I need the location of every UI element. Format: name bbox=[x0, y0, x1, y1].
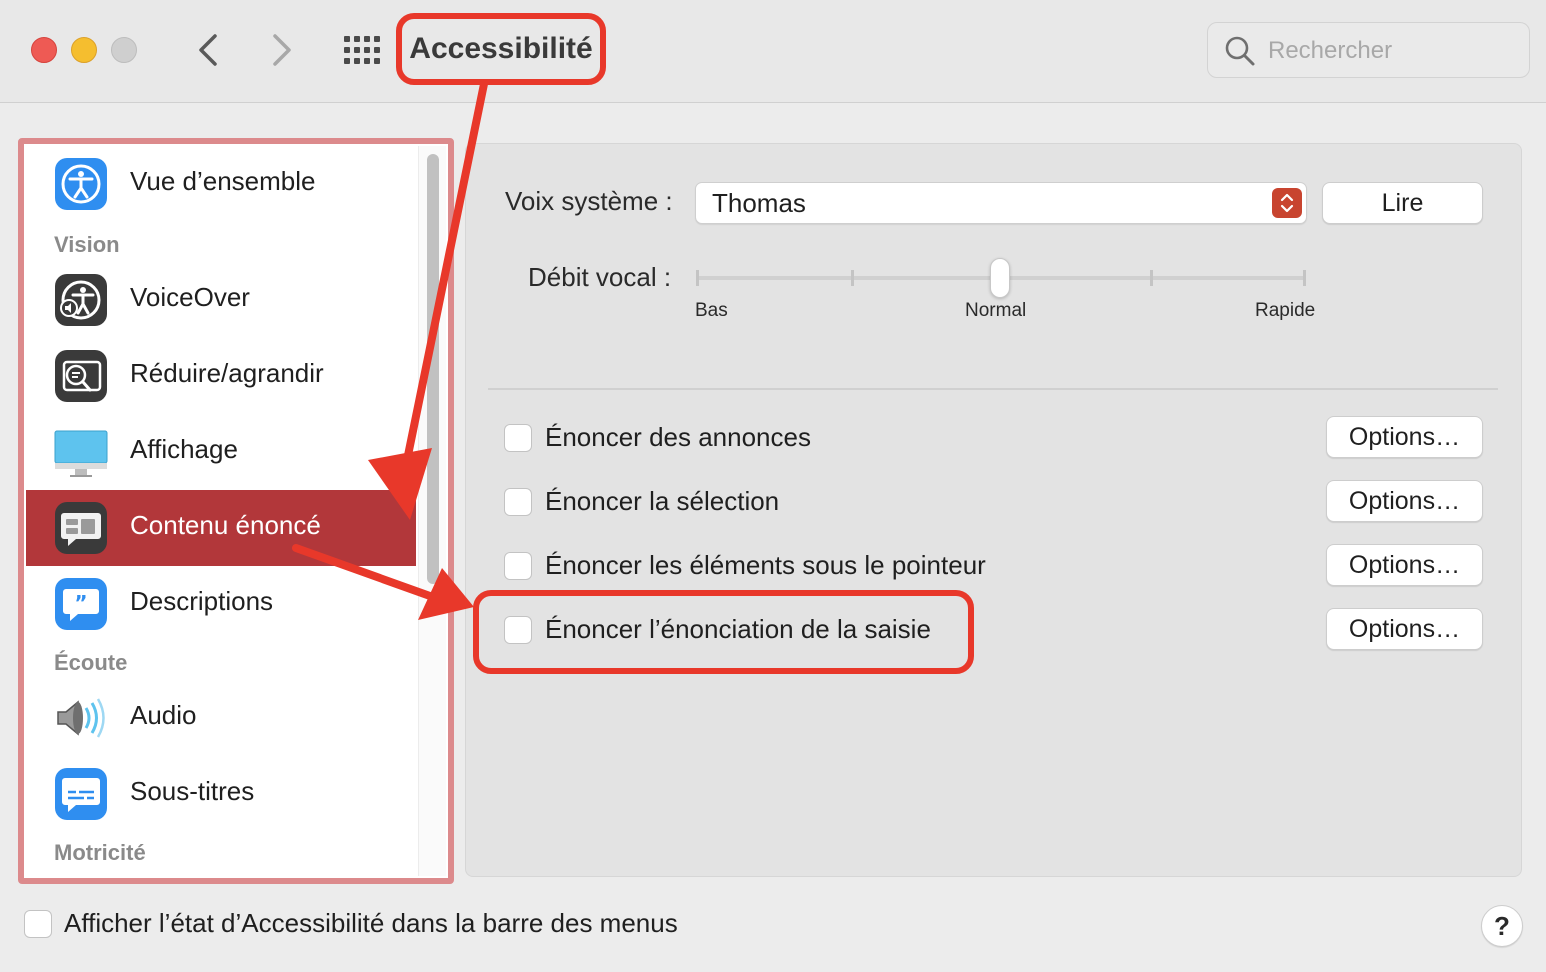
close-window-button[interactable] bbox=[31, 37, 57, 63]
pointer-items-checkbox[interactable] bbox=[504, 552, 532, 580]
search-field[interactable] bbox=[1207, 22, 1530, 78]
search-input[interactable] bbox=[1268, 31, 1518, 71]
back-button[interactable] bbox=[188, 30, 228, 70]
section-ecoute: Écoute bbox=[54, 650, 128, 675]
sidebar-list: Vue d’ensemble Vision VoiceOver Réduire/… bbox=[26, 146, 416, 876]
option-label: Énoncer les éléments sous le pointeur bbox=[545, 550, 986, 580]
speaker-icon bbox=[57, 698, 105, 738]
option-row-announcements: Énoncer des annonces Options… bbox=[504, 416, 1484, 460]
chevron-right-icon bbox=[273, 34, 291, 66]
sidebar-item-spoken-content[interactable]: Contenu énoncé bbox=[26, 490, 416, 566]
sidebar-item-descriptions[interactable]: ” Descriptions bbox=[26, 566, 416, 642]
sidebar-item-zoom[interactable]: Réduire/agrandir bbox=[26, 338, 416, 414]
sidebar-item-overview[interactable]: Vue d’ensemble bbox=[26, 146, 416, 222]
announcements-checkbox[interactable] bbox=[504, 424, 532, 452]
scrollbar-thumb[interactable] bbox=[427, 154, 439, 584]
title-highlight: Accessibilité bbox=[396, 13, 606, 85]
zoom-icon bbox=[55, 350, 107, 402]
play-button[interactable]: Lire bbox=[1322, 182, 1483, 224]
toolbar: Accessibilité bbox=[0, 0, 1546, 103]
system-voice-select[interactable]: Thomas bbox=[695, 182, 1307, 224]
sidebar-item-label: Contenu énoncé bbox=[130, 510, 321, 540]
subtitles-icon bbox=[55, 768, 107, 820]
system-voice-value: Thomas bbox=[712, 188, 806, 218]
sidebar-item-voiceover[interactable]: VoiceOver bbox=[26, 262, 416, 338]
sidebar-item-label: Affichage bbox=[130, 434, 238, 464]
typing-option-highlight bbox=[473, 590, 974, 674]
option-label: Énoncer la sélection bbox=[545, 486, 780, 516]
sidebar-item-subtitles[interactable]: Sous-titres bbox=[26, 756, 416, 832]
accessibility-icon bbox=[55, 158, 107, 210]
grid-icon bbox=[344, 36, 380, 64]
slider-tick bbox=[1150, 270, 1153, 286]
slider-tick bbox=[696, 270, 699, 286]
option-row-pointer: Énoncer les éléments sous le pointeur Op… bbox=[504, 544, 1484, 588]
selection-options-button[interactable]: Options… bbox=[1326, 480, 1483, 522]
search-icon bbox=[1225, 36, 1255, 66]
slider-tick bbox=[1303, 270, 1306, 286]
voiceover-icon bbox=[55, 274, 107, 326]
sidebar-scrollbar[interactable] bbox=[418, 146, 446, 876]
svg-text:”: ” bbox=[74, 591, 87, 615]
menu-bar-status-checkbox[interactable] bbox=[24, 910, 52, 938]
sidebar-item-display[interactable]: Affichage bbox=[26, 414, 416, 490]
sidebar-item-label: Réduire/agrandir bbox=[130, 358, 324, 388]
zoom-window-button[interactable] bbox=[111, 37, 137, 63]
section-vision: Vision bbox=[54, 232, 120, 257]
spoken-content-panel: Voix système : Thomas Lire Débit vocal :… bbox=[465, 143, 1522, 877]
slider-tick bbox=[851, 270, 854, 286]
minimize-window-button[interactable] bbox=[71, 37, 97, 63]
spoken-content-icon bbox=[55, 502, 107, 554]
display-icon bbox=[54, 430, 108, 477]
system-voice-label: Voix système : bbox=[505, 186, 673, 216]
help-button[interactable]: ? bbox=[1481, 905, 1523, 947]
sidebar-item-label: Vue d’ensemble bbox=[130, 166, 316, 196]
section-motricite: Motricité bbox=[54, 840, 146, 865]
sidebar-item-audio[interactable]: Audio bbox=[26, 680, 416, 756]
show-all-button[interactable] bbox=[341, 33, 383, 67]
sidebar: Vue d’ensemble Vision VoiceOver Réduire/… bbox=[18, 138, 454, 884]
forward-button[interactable] bbox=[262, 30, 302, 70]
pointer-options-button[interactable]: Options… bbox=[1326, 544, 1483, 586]
rate-tick-label-fast: Rapide bbox=[1255, 300, 1316, 321]
window-title: Accessibilité bbox=[409, 32, 593, 65]
rate-tick-label-normal: Normal bbox=[965, 300, 1027, 321]
option-row-selection: Énoncer la sélection Options… bbox=[504, 480, 1484, 524]
selection-checkbox[interactable] bbox=[504, 488, 532, 516]
descriptions-icon: ” bbox=[55, 578, 107, 630]
rate-tick-label-low: Bas bbox=[695, 300, 728, 321]
sidebar-item-label: Audio bbox=[130, 700, 197, 730]
select-stepper-icon bbox=[1272, 188, 1302, 218]
sidebar-item-label: VoiceOver bbox=[130, 282, 250, 312]
speaking-rate-knob[interactable] bbox=[990, 258, 1010, 298]
chevron-left-icon bbox=[199, 34, 217, 66]
announcements-options-button[interactable]: Options… bbox=[1326, 416, 1483, 458]
option-label: Énoncer des annonces bbox=[545, 422, 811, 452]
menu-bar-status-label: Afficher l’état d’Accessibilité dans la … bbox=[64, 908, 678, 938]
sidebar-item-label: Sous-titres bbox=[130, 776, 255, 806]
sidebar-item-label: Descriptions bbox=[130, 586, 274, 616]
divider bbox=[488, 388, 1498, 390]
typing-options-button[interactable]: Options… bbox=[1326, 608, 1483, 650]
speaking-rate-label: Débit vocal : bbox=[528, 262, 672, 292]
